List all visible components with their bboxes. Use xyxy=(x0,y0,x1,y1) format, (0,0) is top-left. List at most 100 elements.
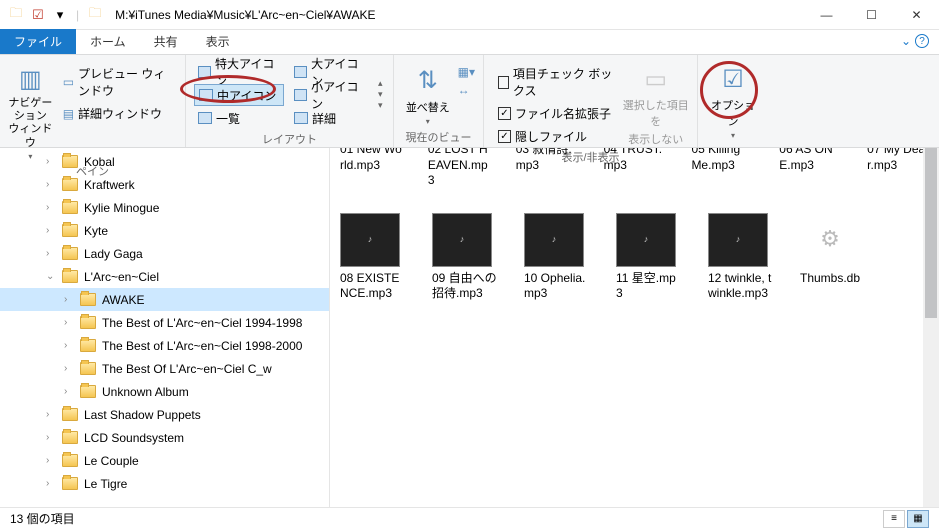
file-list[interactable]: 01 New World.mp3 02 LOST HEAVEN.mp3 03 叙情詩… xyxy=(330,148,939,507)
file-item[interactable]: 02 LOST HEAVEN.mp3 xyxy=(428,148,490,189)
qat-item-1[interactable]: ☑ xyxy=(28,5,48,25)
tree-item[interactable]: › Le Couple xyxy=(0,449,329,472)
tree-item[interactable]: ›Last Shadow Puppets xyxy=(0,403,329,426)
hidden-files-label: 隠しファイル xyxy=(515,128,587,145)
close-button[interactable]: ✕ xyxy=(894,0,939,30)
tree-item[interactable]: ›Unknown Album xyxy=(0,380,329,403)
tree-item[interactable]: ›AWAKE xyxy=(0,288,329,311)
tree-item-label: The Best of L'Arc~en~Ciel 1994-1998 xyxy=(102,316,302,330)
expand-icon[interactable]: › xyxy=(64,363,74,374)
file-item[interactable]: ♪12 twinkle, twinkle.mp3 xyxy=(708,213,774,302)
tree-item[interactable]: › Kyte xyxy=(0,219,329,242)
tree-item-label: L'Arc~en~Ciel xyxy=(84,270,159,284)
file-item[interactable]: ♪11 星空.mp3 xyxy=(616,213,682,302)
folder-icon xyxy=(62,178,78,191)
album-art-thumbnail: ♪ xyxy=(340,213,400,267)
layout-detail-label: 詳細 xyxy=(312,110,336,127)
qat-dropdown-icon[interactable]: ▾ xyxy=(50,5,70,25)
ribbon-tabs: ファイル ホーム 共有 表示 ⌄ ? xyxy=(0,30,939,54)
expand-icon[interactable]: › xyxy=(46,202,56,213)
file-item[interactable]: ♪10 Ophelia.mp3 xyxy=(524,213,590,302)
expand-icon[interactable]: › xyxy=(46,432,56,443)
tree-item-label: Le Tigre xyxy=(84,477,127,491)
details-pane-button[interactable]: ▤詳細ウィンドウ xyxy=(57,103,177,124)
file-name: 06 AS ONE.mp3 xyxy=(779,148,832,172)
layout-m[interactable]: 中アイコン xyxy=(194,84,284,106)
preview-icon: ▭ xyxy=(63,75,74,89)
details-pane-label: 詳細ウィンドウ xyxy=(78,105,162,122)
file-item[interactable]: 01 New World.mp3 xyxy=(340,148,402,189)
file-item[interactable]: ♪09 自由への招待.mp3 xyxy=(432,213,498,302)
tree-item[interactable]: › The Best Of L'Arc~en~Ciel C_w xyxy=(0,357,329,380)
expand-icon[interactable]: ⌄ xyxy=(46,271,56,282)
folder-icon xyxy=(80,316,96,329)
help-button[interactable]: ⌄ ? xyxy=(901,34,929,48)
file-name: 05 Killing Me.mp3 xyxy=(691,148,740,172)
expand-icon[interactable]: › xyxy=(64,386,74,397)
layout-detail[interactable]: 詳細 xyxy=(290,107,370,129)
file-item[interactable]: 03 叙情詩.mp3 xyxy=(516,148,578,189)
layout-s[interactable]: 小アイコン xyxy=(290,84,370,106)
tab-view[interactable]: 表示 xyxy=(192,29,244,54)
expand-icon[interactable]: › xyxy=(46,225,56,236)
file-ext-toggle[interactable]: ✓ファイル名拡張子 xyxy=(492,103,618,124)
file-item[interactable]: 07 My Dear.mp3 xyxy=(867,148,929,189)
navigation-tree[interactable]: ›Kobal›Kraftwerk›Kylie Minogue›Kyte›Lady… xyxy=(0,148,330,507)
details-view-button[interactable]: ≡ xyxy=(883,510,905,528)
scrollbar-thumb[interactable] xyxy=(925,148,937,318)
tree-item-label: Lady Gaga xyxy=(84,247,143,261)
expand-icon[interactable]: › xyxy=(64,317,74,328)
columns-icon[interactable]: ▦▾ xyxy=(458,65,475,79)
preview-pane-button[interactable]: ▭プレビュー ウィンドウ xyxy=(57,63,177,101)
size-columns-icon[interactable]: ↔ xyxy=(458,83,475,97)
maximize-button[interactable]: ☐ xyxy=(849,0,894,30)
layout-m-label: 中アイコン xyxy=(217,87,276,104)
file-name: Thumbs.db xyxy=(800,271,860,285)
dropdown-icon: ▾ xyxy=(731,131,735,140)
tree-item-label: The Best Of L'Arc~en~Ciel C_w xyxy=(102,362,272,376)
tree-item-label: Le Couple xyxy=(84,454,139,468)
tree-item[interactable]: ›The Best of L'Arc~en~Ciel 1998-2000 xyxy=(0,334,329,357)
layout-xl[interactable]: 特大アイコン xyxy=(194,61,284,83)
expand-icon[interactable]: › xyxy=(46,248,56,259)
folder-icon xyxy=(80,385,96,398)
tab-file[interactable]: ファイル xyxy=(0,29,76,54)
nav-pane-button[interactable]: ▥ ナビゲーション ウィンドウ ▾ xyxy=(8,59,53,161)
hide-selected-button[interactable]: ▭ 選択した項目を 表示しない xyxy=(622,59,689,147)
layout-spinners[interactable]: ▴▾▾ xyxy=(374,59,383,129)
tree-item[interactable]: ›LCD Soundsystem xyxy=(0,426,329,449)
icons-view-button[interactable]: ▦ xyxy=(907,510,929,528)
expand-icon[interactable]: › xyxy=(64,294,74,305)
sort-button[interactable]: ⇅ 並べ替え ▾ xyxy=(402,59,454,127)
quick-access-toolbar: 🗀 ☑ ▾ | 🗀 xyxy=(0,5,111,25)
ribbon-group-options: ☑ オプション ▾ xyxy=(698,55,768,147)
tree-item[interactable]: › Le Tigre xyxy=(0,472,329,495)
expand-icon[interactable]: › xyxy=(46,455,56,466)
layout-icon xyxy=(198,112,212,124)
tab-share[interactable]: 共有 xyxy=(140,29,192,54)
tree-item-label: Kyte xyxy=(84,224,108,238)
file-item[interactable]: 06 AS ONE.mp3 xyxy=(779,148,841,189)
expand-icon[interactable]: › xyxy=(46,409,56,420)
file-item[interactable]: ♪08 EXISTENCE.mp3 xyxy=(340,213,406,302)
item-checkboxes-toggle[interactable]: 項目チェック ボックス xyxy=(492,63,618,101)
tree-item[interactable]: ⌄ L'Arc~en~Ciel xyxy=(0,265,329,288)
expand-icon[interactable]: › xyxy=(46,478,56,489)
status-bar: 13 個の項目 ≡ ▦ xyxy=(0,507,939,529)
file-row: ♪08 EXISTENCE.mp3 ♪09 自由への招待.mp3 ♪10 Ophel… xyxy=(340,213,929,302)
tree-item[interactable]: › Lady Gaga xyxy=(0,242,329,265)
hidden-files-toggle[interactable]: ✓隠しファイル xyxy=(492,126,618,147)
ribbon-group-showhide: 項目チェック ボックス ✓ファイル名拡張子 ✓隠しファイル ▭ 選択した項目を … xyxy=(484,55,698,147)
layout-list[interactable]: 一覧 xyxy=(194,107,284,129)
vertical-scrollbar[interactable] xyxy=(923,148,939,507)
nav-pane-label: ナビゲーション ウィンドウ xyxy=(8,97,53,150)
options-button[interactable]: ☑ オプション ▾ xyxy=(706,59,760,140)
file-item[interactable]: 04 TRUST.mp3 xyxy=(604,148,666,189)
tab-home[interactable]: ホーム xyxy=(76,29,140,54)
tree-item[interactable]: › The Best of L'Arc~en~Ciel 1994-1998 xyxy=(0,311,329,334)
tree-item[interactable]: ›Kylie Minogue xyxy=(0,196,329,219)
expand-icon[interactable]: › xyxy=(64,340,74,351)
file-item[interactable]: 05 Killing Me.mp3 xyxy=(691,148,753,189)
minimize-button[interactable]: ― xyxy=(804,0,849,30)
file-item[interactable]: ⚙Thumbs.db xyxy=(800,213,866,302)
